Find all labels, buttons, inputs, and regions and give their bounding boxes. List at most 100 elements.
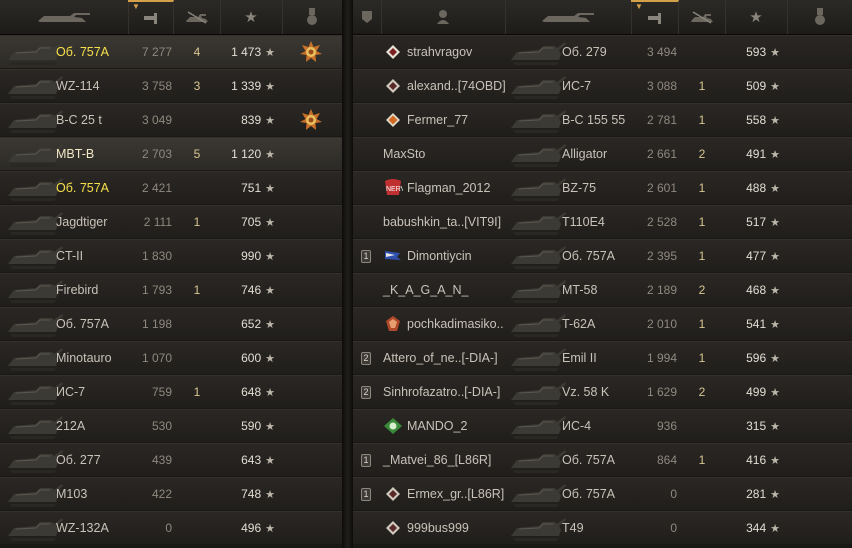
player-name[interactable]: 999bus999 (407, 521, 469, 535)
damage-value: 2 601 (646, 181, 677, 195)
tank-column-header[interactable] (505, 0, 632, 34)
star-icon: ★ (265, 182, 275, 195)
xp-value: 517 (746, 215, 767, 229)
xp-value: 596 (746, 351, 767, 365)
star-icon: ★ (265, 284, 275, 297)
table-row[interactable]: Firebird 1 793 1 746 ★ (0, 273, 342, 306)
player-name[interactable]: Attero_of_ne..[-DIA-] (383, 351, 498, 365)
left-team-panel: ▼ ★ Об. 757А 7 277 4 1 473 ★ WZ-114 3 758 3 1 33… (0, 0, 342, 548)
table-row[interactable]: B-C 25 t 3 049 839 ★ (0, 103, 342, 136)
damage-icon (143, 13, 157, 24)
damage-value: 3 758 (141, 79, 172, 93)
kills-value: 1 (698, 453, 706, 467)
table-row[interactable]: MANDO_2 ИС-4 936 315 ★ (353, 409, 852, 442)
medal-column-header[interactable] (787, 0, 852, 34)
table-row[interactable]: Jagdtiger 2 111 1 705 ★ (0, 205, 342, 238)
rank-column-header[interactable] (353, 0, 382, 34)
player-name[interactable]: Dimontiycin (407, 249, 472, 263)
table-row[interactable]: MBT-B 2 703 5 1 120 ★ (0, 137, 342, 170)
tank-name-cell: T49 (562, 512, 634, 544)
table-row[interactable]: pochkadimasiko.. T-62A 2 010 1 541 ★ (353, 307, 852, 340)
rank-cell: 2 (361, 376, 379, 408)
damage-value: 422 (151, 487, 172, 501)
table-row[interactable]: Об. 757А 2 421 751 ★ (0, 171, 342, 204)
star-icon: ★ (770, 420, 780, 433)
kills-cell: 2 (679, 274, 725, 306)
table-row[interactable]: 2 Sinhrofazatro..[-DIA-] Vz. 58 K 1 629 2 499… (353, 375, 852, 408)
table-row[interactable]: NERV Flagman_2012 BZ-75 2 601 1 488 ★ (353, 171, 852, 204)
player-name[interactable]: alexand..[74OBD] (407, 79, 506, 93)
table-row[interactable]: MaxSto Alligator 2 661 2 491 ★ (353, 137, 852, 170)
tank-name-cell: B-C 25 t (56, 104, 136, 136)
svg-text:NERV: NERV (386, 186, 403, 193)
star-icon: ★ (770, 284, 780, 297)
player-name[interactable]: strahvragov (407, 45, 472, 59)
player-name[interactable]: Ermex_gr..[L86R] (407, 487, 504, 501)
table-row[interactable]: 1 _Matvei_86_[L86R] Об. 757А 864 1 416 ★ (353, 443, 852, 476)
player-name[interactable]: MANDO_2 (407, 419, 467, 433)
star-icon: ★ (265, 386, 275, 399)
table-row[interactable]: alexand..[74OBD] ИС-7 3 088 1 509 ★ (353, 69, 852, 102)
player-name[interactable]: MaxSto (383, 147, 425, 161)
tank-name-cell: MBT-B (56, 138, 136, 170)
table-row[interactable]: 999bus999 T49 0 344 ★ (353, 511, 852, 544)
table-row[interactable]: WZ-114 3 758 3 1 339 ★ (0, 69, 342, 102)
kills-cell: 1 (679, 342, 725, 374)
tank-name-cell: BZ-75 (562, 172, 634, 204)
player-name[interactable]: Flagman_2012 (407, 181, 490, 195)
player-name[interactable]: Fermer_77 (407, 113, 468, 127)
table-row[interactable]: ИС-7 759 1 648 ★ (0, 375, 342, 408)
table-row[interactable]: Об. 277 439 643 ★ (0, 443, 342, 476)
kills-value: 2 (698, 147, 706, 161)
order-medal-icon[interactable] (299, 108, 323, 132)
tank-name-cell: Об. 279 (562, 36, 634, 68)
tank-name-cell: T-62A (562, 308, 634, 340)
table-row[interactable]: 1 Ermex_gr..[L86R] Об. 757А 0 281 ★ (353, 477, 852, 510)
player-column-header[interactable] (381, 0, 506, 34)
damage-value: 2 661 (646, 147, 677, 161)
table-row[interactable]: Об. 757А 7 277 4 1 473 ★ (0, 35, 342, 68)
table-row[interactable]: Minotauro 1 070 600 ★ (0, 341, 342, 374)
table-row[interactable]: CT-II 1 830 990 ★ (0, 239, 342, 272)
damage-column-header[interactable]: ▼ (128, 0, 174, 34)
table-row[interactable]: 1 Dimontiycin Об. 757А 2 395 1 477 ★ (353, 239, 852, 272)
xp-column-header[interactable]: ★ (725, 0, 788, 34)
player-name[interactable]: pochkadimasiko.. (407, 317, 504, 331)
tank-name: B-C 155 55 (562, 113, 626, 127)
player-name[interactable]: Sinhrofazatro..[-DIA-] (383, 385, 500, 399)
tank-name-cell: Vz. 58 K (562, 376, 634, 408)
table-row[interactable]: babushkin_ta..[VIT9I] T110E4 2 528 1 517 ★ (353, 205, 852, 238)
damage-cell: 0 (631, 512, 677, 544)
order-medal-icon[interactable] (299, 40, 323, 64)
tank-column-header[interactable] (0, 0, 129, 34)
xp-column-header[interactable]: ★ (220, 0, 283, 34)
damage-value: 0 (670, 521, 677, 535)
player-name[interactable]: _Matvei_86_[L86R] (383, 453, 491, 467)
medal-column-header[interactable] (282, 0, 342, 34)
tank-silhouette-icon (509, 106, 567, 134)
kills-cell: 1 (679, 308, 725, 340)
damage-value: 1 070 (141, 351, 172, 365)
kills-column-header[interactable] (174, 0, 221, 34)
table-row[interactable]: M103 422 748 ★ (0, 477, 342, 510)
star-icon: ★ (265, 80, 275, 93)
xp-value: 593 (746, 45, 767, 59)
damage-value: 2 189 (646, 283, 677, 297)
xp-value: 315 (746, 419, 767, 433)
rank-badge: 1 (361, 487, 371, 501)
table-row[interactable]: strahvragov Об. 279 3 494 593 ★ (353, 35, 852, 68)
kills-column-header[interactable] (679, 0, 726, 34)
table-row[interactable]: WZ-132A 0 496 ★ (0, 511, 342, 544)
star-icon: ★ (770, 488, 780, 501)
damage-cell: 1 070 (128, 342, 172, 374)
table-row[interactable]: 2 Attero_of_ne..[-DIA-] Emil II 1 994 1 596 ★ (353, 341, 852, 374)
table-row[interactable]: Fermer_77 B-C 155 55 2 781 1 558 ★ (353, 103, 852, 136)
table-row[interactable]: _K_A_G_A_N_ MT-58 2 189 2 468 ★ (353, 273, 852, 306)
player-name[interactable]: babushkin_ta..[VIT9I] (383, 215, 501, 229)
player-name[interactable]: _K_A_G_A_N_ (383, 283, 468, 297)
table-row[interactable]: 212A 530 590 ★ (0, 409, 342, 442)
damage-column-header[interactable]: ▼ (631, 0, 679, 34)
star-icon: ★ (265, 216, 275, 229)
damage-value: 0 (165, 521, 172, 535)
table-row[interactable]: Об. 757А 1 198 652 ★ (0, 307, 342, 340)
